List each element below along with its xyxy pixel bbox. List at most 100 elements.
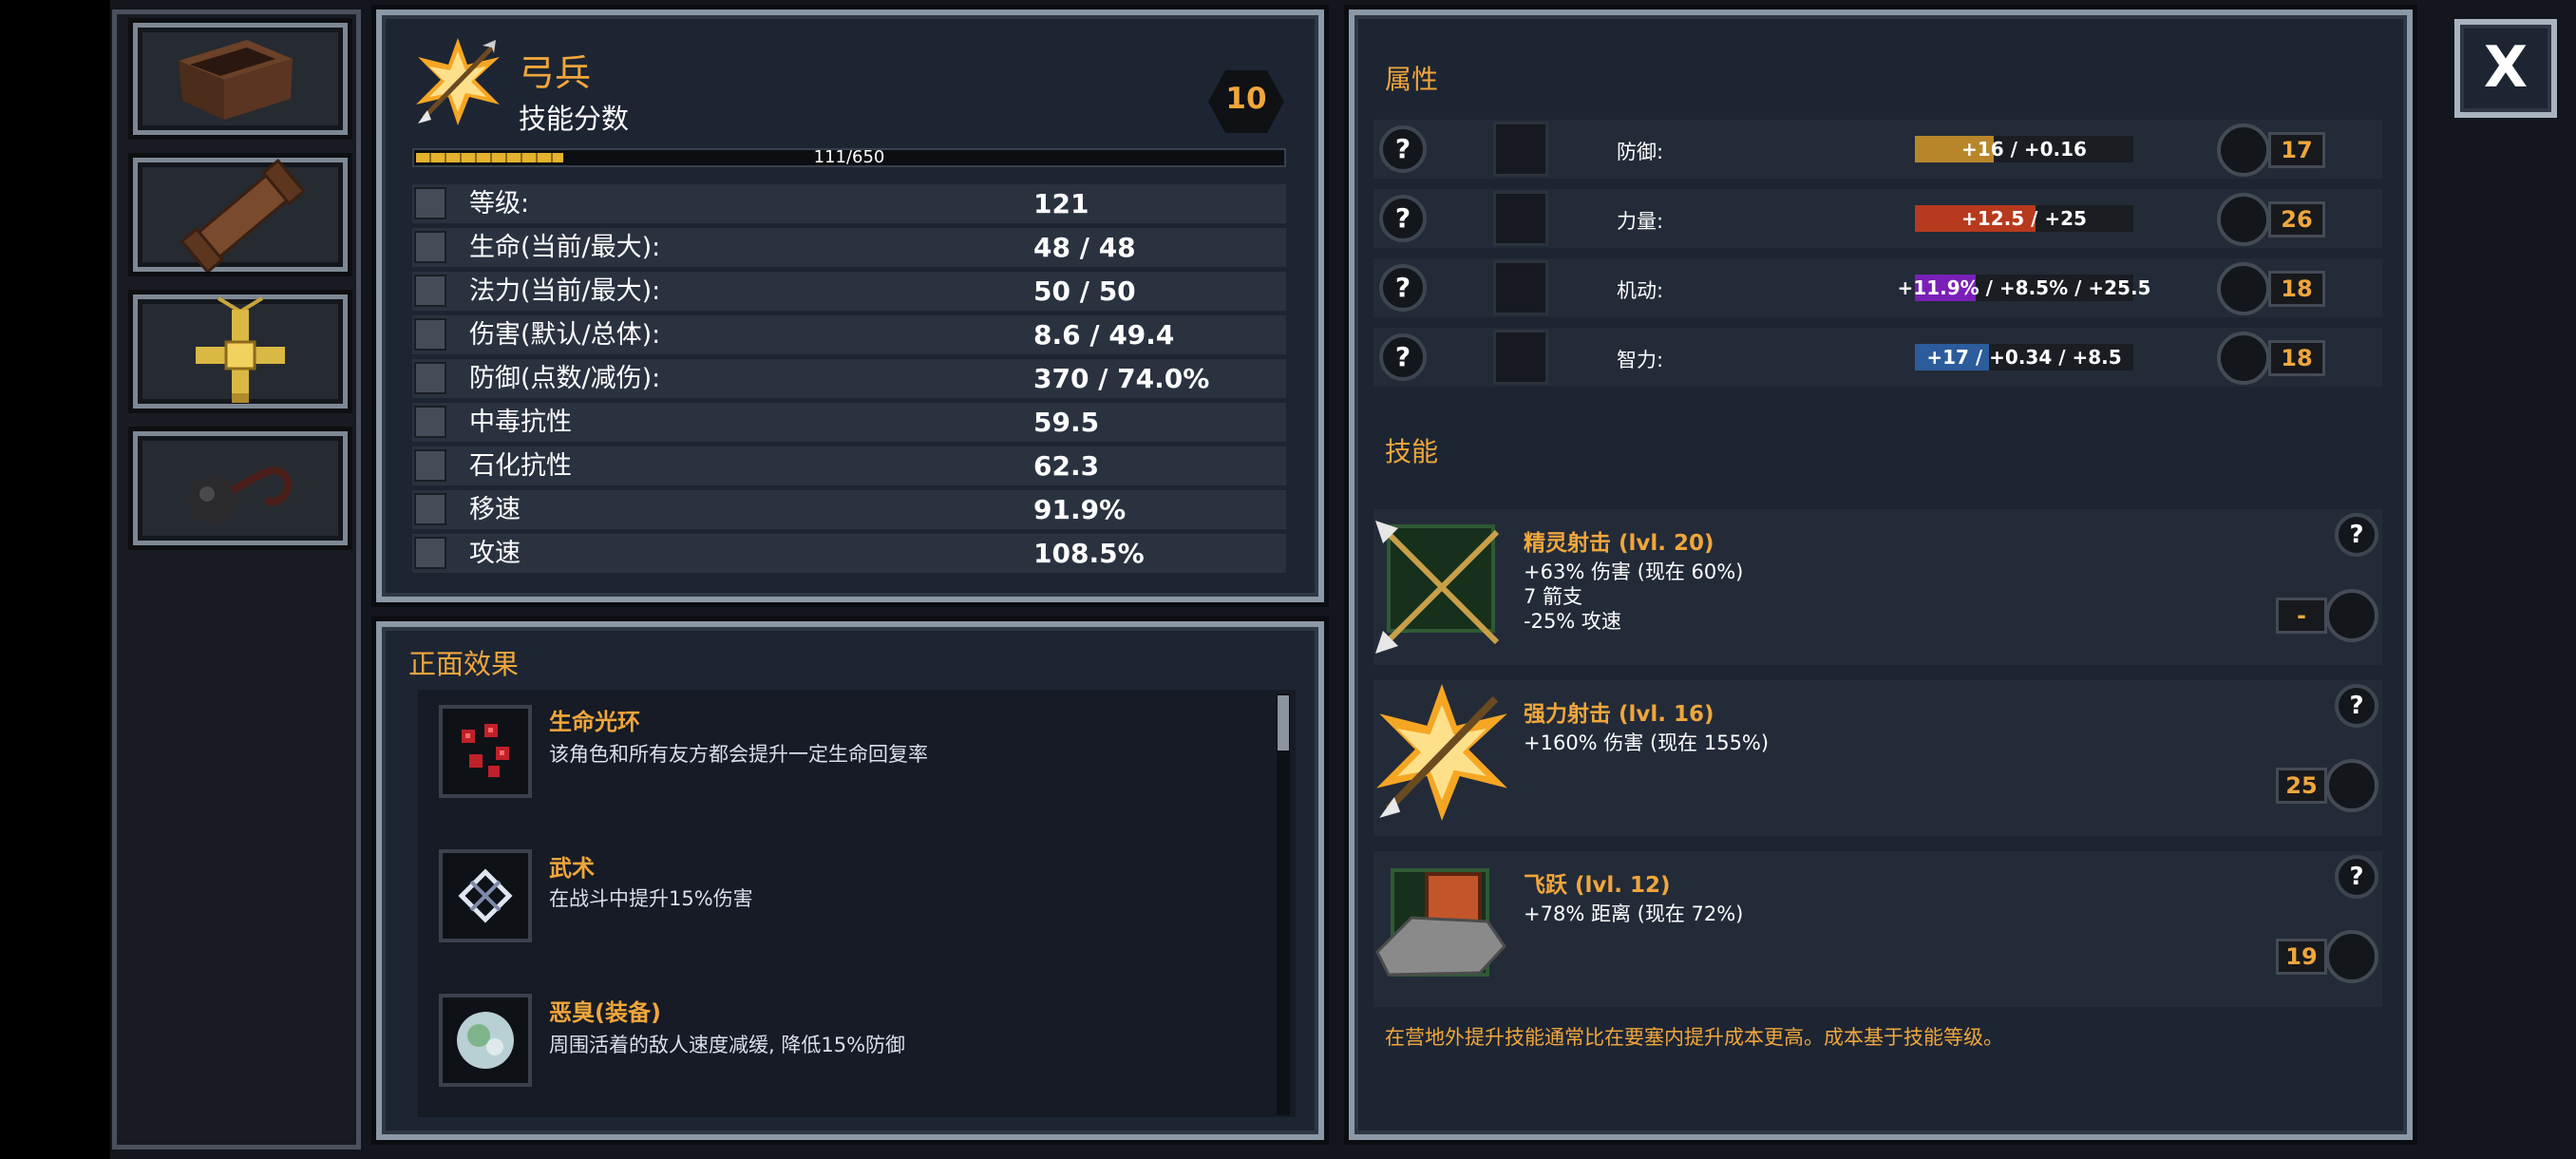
sidebar-tab-accessory[interactable] <box>133 431 348 545</box>
stat-label: 伤害(默认/总体): <box>469 320 661 350</box>
stat-value: 62.3 <box>1033 450 1100 482</box>
attribute-cost: 18 <box>2268 340 2325 376</box>
chest-icon <box>179 40 293 120</box>
poison-resist-icon <box>414 406 446 438</box>
hook-bomb-icon <box>188 466 293 524</box>
attribute-help-button[interactable]: ? <box>1379 333 1427 381</box>
stat-value: 50 / 50 <box>1033 276 1136 307</box>
skill-help-button[interactable]: ? <box>2335 513 2378 557</box>
stat-label: 法力(当前/最大): <box>469 276 661 306</box>
close-button[interactable]: X <box>2454 19 2557 118</box>
stat-label: 攻速 <box>469 539 521 568</box>
stat-label: 生命(当前/最大): <box>469 233 661 262</box>
attribute-name: 力量: <box>1617 210 1664 233</box>
stat-value: 108.5% <box>1033 538 1145 569</box>
attribute-cost: 18 <box>2268 271 2325 307</box>
skill-upgrade-button[interactable] <box>2325 930 2378 983</box>
skill-cost: 19 <box>2276 939 2327 975</box>
attribute-name: 防御: <box>1617 141 1664 163</box>
stat-label: 移速 <box>469 495 521 524</box>
skill-line: -25% 攻速 <box>1524 610 1621 633</box>
effect-title: 武术 <box>549 855 595 882</box>
attributes-heading: 属性 <box>1385 64 1439 95</box>
attribute-cost: 17 <box>2268 132 2325 168</box>
skills-heading: 技能 <box>1385 436 1439 467</box>
stat-row <box>412 184 1286 223</box>
sidebar-tab-scroll[interactable] <box>133 158 348 272</box>
attribute-help-button[interactable]: ? <box>1379 195 1427 242</box>
power-shot-portrait-icon <box>416 38 500 125</box>
attribute-name: 智力: <box>1617 349 1664 371</box>
intelligence-icon <box>1493 330 1548 385</box>
elf-shot-icon <box>1375 521 1500 654</box>
attribute-upgrade-button[interactable] <box>2217 332 2270 385</box>
attribute-upgrade-button[interactable] <box>2217 262 2270 315</box>
stat-value: 370 / 74.0% <box>1033 363 1210 394</box>
skill-line: +160% 伤害 (现在 155%) <box>1524 732 1770 754</box>
defense-icon <box>414 362 446 394</box>
skill-help-button[interactable]: ? <box>2335 684 2378 728</box>
effects-scrollbar-thumb[interactable] <box>1278 695 1289 750</box>
stench-icon <box>439 994 532 1087</box>
skill-title: 飞跃 (lvl. 12) <box>1524 873 1671 898</box>
attribute-cost: 26 <box>2268 201 2325 238</box>
effect-desc: 该角色和所有友方都会提升一定生命回复率 <box>549 743 928 766</box>
attribute-upgrade-button[interactable] <box>2217 193 2270 246</box>
agility-icon <box>1493 260 1548 315</box>
skill-points-value: 10 <box>1225 82 1267 116</box>
effects-scrollbar-track[interactable] <box>1277 694 1290 1115</box>
defense-attr-icon <box>1493 122 1548 177</box>
martial-arts-icon <box>439 849 532 942</box>
health-icon <box>414 231 446 263</box>
attribute-upgrade-button[interactable] <box>2217 124 2270 177</box>
stat-label: 中毒抗性 <box>469 408 572 437</box>
mana-icon <box>414 275 446 307</box>
sidebar-tab-amulet[interactable] <box>133 294 348 408</box>
stat-value: 8.6 / 49.4 <box>1033 319 1175 351</box>
stat-value: 48 / 48 <box>1033 232 1136 263</box>
attribute-bar-text: +11.9% / +8.5% / +25.5 <box>1897 276 2151 299</box>
scroll-icon <box>180 159 306 272</box>
attack-speed-icon <box>414 537 446 569</box>
skills-footnote: 在营地外提升技能通常比在要塞内提升成本更高。成本基于技能等级。 <box>1385 1026 2003 1049</box>
stat-value: 121 <box>1033 188 1089 219</box>
character-subtitle: 技能分数 <box>519 103 630 135</box>
effect-title: 恶臭(装备) <box>549 999 661 1026</box>
character-name: 弓兵 <box>519 52 592 94</box>
effect-title: 生命光环 <box>549 709 640 735</box>
power-shot-icon <box>1376 684 1507 821</box>
skill-upgrade-button[interactable] <box>2325 759 2378 812</box>
amulet-icon <box>196 296 285 403</box>
stat-label: 石化抗性 <box>469 451 572 481</box>
skill-cost: 25 <box>2276 768 2327 804</box>
skill-help-button[interactable]: ? <box>2335 855 2378 899</box>
stat-value: 59.5 <box>1033 407 1100 438</box>
xp-bar-fill <box>416 153 563 162</box>
leap-icon <box>1375 868 1506 977</box>
attribute-help-button[interactable]: ? <box>1379 125 1427 173</box>
life-aura-icon <box>439 705 532 798</box>
stat-row <box>412 490 1286 529</box>
skill-line: +78% 距离 (现在 72%) <box>1524 902 1744 925</box>
sidebar-tab-inventory[interactable] <box>133 23 348 135</box>
move-speed-icon <box>414 493 446 525</box>
skill-cost: - <box>2276 598 2327 634</box>
attribute-help-button[interactable]: ? <box>1379 264 1427 312</box>
stat-label: 等级: <box>469 189 530 218</box>
effects-heading: 正面效果 <box>408 648 520 680</box>
petrify-resist-icon <box>414 449 446 482</box>
damage-icon <box>414 318 446 351</box>
effect-desc: 在战斗中提升15%伤害 <box>549 887 753 910</box>
xp-text: 111/650 <box>813 147 885 167</box>
stat-value: 91.9% <box>1033 494 1127 525</box>
skill-title: 强力射击 (lvl. 16) <box>1524 702 1714 727</box>
stat-label: 防御(点数/减伤): <box>469 364 661 393</box>
stat-row <box>412 534 1286 573</box>
attribute-bar-text: +16 / +0.16 <box>1961 138 2087 161</box>
attribute-name: 机动: <box>1617 279 1664 302</box>
strength-icon <box>1493 191 1548 246</box>
effect-desc: 周围活着的敌人速度减缓, 降低15%防御 <box>549 1034 906 1056</box>
level-icon <box>414 187 446 219</box>
skill-upgrade-button[interactable] <box>2325 589 2378 642</box>
attribute-bar-text: +17 / +0.34 / +8.5 <box>1926 346 2122 369</box>
